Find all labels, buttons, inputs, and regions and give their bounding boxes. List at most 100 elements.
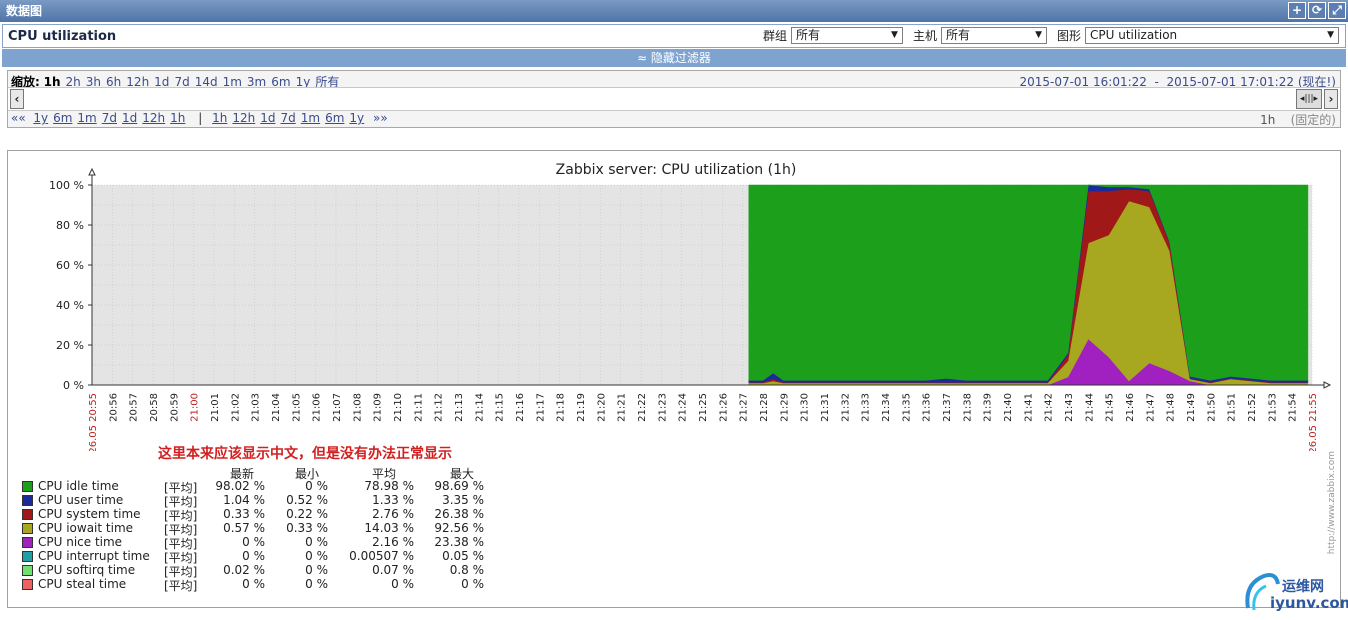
legend-row: CPU idle time [平均] 98.02 % 0 % 78.98 % 98.69 … [20,479,500,495]
x-tick-label: 21:00 [190,393,201,422]
nav-back-option-0[interactable]: 1y [33,111,48,125]
x-tick-label: 21:54 [1288,393,1299,422]
fixed-toggle[interactable]: (固定的) [1291,113,1336,127]
legend-item-max: 98.69 % [434,479,484,493]
graph-select-value: CPU utilization [1090,28,1178,42]
x-tick-label: 21:14 [474,393,485,422]
title-icons: + ⟳ ⤢ [1288,2,1346,19]
refresh-icon[interactable]: ⟳ [1308,2,1326,19]
host-select[interactable]: 所有 ▼ [940,27,1047,44]
legend-header: 最新 最小 平均 最大 [20,465,490,481]
nav-forward-option-6[interactable]: 1y [349,111,364,125]
nav-forward-option-3[interactable]: 7d [280,111,295,125]
legend-item-name: CPU softirq time [38,563,136,577]
nav-forward-option-2[interactable]: 1d [260,111,275,125]
nav-back-option-6[interactable]: 1h [170,111,185,125]
x-tick-label: 21:23 [657,393,668,422]
nav-back-option-2[interactable]: 1m [77,111,96,125]
scroll-left-icon[interactable]: ‹ [10,89,24,109]
x-tick-label: 21:21 [617,393,628,422]
nav-forward-option-4[interactable]: 1m [301,111,320,125]
nav-forward-links: 1h 12h 1d 7d 1m 6m 1y [212,111,369,125]
legend-row: CPU interrupt time [平均] 0 % 0 % 0.00507 % 0.0… [20,549,500,565]
y-tick-label: 60 % [56,259,84,272]
cpu-utilization-chart: Zabbix server: CPU utilization (1h) 0 % 20… [49,162,1332,451]
x-tick-label: 21:30 [800,393,811,422]
nav-forward-option-5[interactable]: 6m [325,111,344,125]
nav-fwd-suffix: »» [372,111,388,125]
x-tick-label: 21:01 [210,393,221,422]
nav-back-option-4[interactable]: 1d [122,111,137,125]
scroll-thumb[interactable]: ◂|||▸ [1296,89,1322,109]
x-tick-label: 21:33 [861,393,872,422]
header-filters: 群组 所有 ▼ 主机 所有 ▼ 图形 CPU utilization ▼ [763,27,1339,44]
legend-row: CPU softirq time [平均] 0.02 % 0 % 0.07 % 0.8 % [20,563,500,579]
x-tick-label: 21:48 [1166,393,1177,422]
legend-swatch [22,579,33,590]
legend-swatch [22,481,33,492]
legend-item-min: 0 % [305,563,328,577]
x-tick-label: 21:51 [1227,393,1238,422]
logo-text-cn: 运维网 [1282,579,1324,595]
window-title: 数据图 [6,4,43,18]
x-tick-label: 21:03 [251,393,262,422]
graph-label: 图形 [1056,29,1081,43]
legend-item-last: 0 % [242,577,265,591]
legend-item-last: 0 % [242,549,265,563]
nav-back-option-1[interactable]: 6m [53,111,72,125]
legend-item-name: CPU idle time [38,479,119,493]
annotation-note: 这里本来应该显示中文，但是没有办法正常显示 [158,446,452,462]
x-tick-label: 21:12 [434,393,445,422]
chevron-down-icon: ▼ [1035,30,1042,40]
legend-item-min: 0 % [305,535,328,549]
x-tick-label: 21:28 [759,393,770,422]
x-tick-label: 21:22 [637,393,648,422]
x-tick-label: 21:47 [1145,393,1156,422]
nav-back-prefix: «« [11,111,26,125]
legend-item-name: CPU steal time [38,577,127,591]
group-select-value: 所有 [795,28,820,42]
x-tick-label: 21:13 [454,393,465,422]
x-tick-label: 21:40 [1003,393,1014,422]
x-tick-label: 21:42 [1044,393,1055,422]
nav-back-option-3[interactable]: 7d [102,111,117,125]
time-scrollbar[interactable]: ‹ ◂|||▸ › [8,87,1340,111]
scroll-right-icon[interactable]: › [1324,89,1338,109]
nav-back-links: 1y 6m 1m 7d 1d 12h 1h [33,111,190,125]
legend-item-max: 92.56 % [434,521,484,535]
x-tick-label: 21:39 [983,393,994,422]
legend-item-max: 3.35 % [442,493,484,507]
header-bar: CPU utilization 群组 所有 ▼ 主机 所有 ▼ 图形 CPU uti… [2,24,1346,48]
legend-row: CPU steal time [平均] 0 % 0 % 0 % 0 % [20,577,500,593]
legend-item-last: 1.04 % [223,493,265,507]
legend-item-last: 0.33 % [223,507,265,521]
legend-item-max: 26.38 % [434,507,484,521]
chevron-down-icon: ▼ [1327,30,1334,40]
legend-rows: CPU idle time [平均] 98.02 % 0 % 78.98 % 98.69 … [20,479,500,593]
legend-item-avg: 2.76 % [372,507,414,521]
x-tick-label: 21:34 [881,393,892,422]
legend-swatch [22,509,33,520]
graph-select[interactable]: CPU utilization ▼ [1085,27,1339,44]
fullscreen-icon[interactable]: ⤢ [1328,2,1346,19]
nav-forward-option-1[interactable]: 12h [232,111,255,125]
group-select[interactable]: 所有 ▼ [790,27,903,44]
nav-row: «« 1y 6m 1m 7d 1d 12h 1h | 1h 12h 1d 7d 1m 6m 1y »» [11,111,388,125]
legend-item-avg: 78.98 % [364,479,414,493]
nav-back-option-5[interactable]: 12h [142,111,165,125]
x-tick-label: 21:05 [291,393,302,422]
legend-item-avg: 14.03 % [364,521,414,535]
legend-item-avg: 0.07 % [372,563,414,577]
y-tick-label: 100 % [49,179,84,192]
legend-row: CPU system time [平均] 0.33 % 0.22 % 2.76 % 26.… [20,507,500,523]
filter-toggle[interactable]: ≈ 隐藏过滤器 [2,49,1346,67]
legend-swatch [22,551,33,562]
nav-forward-option-0[interactable]: 1h [212,111,227,125]
nav-divider: | [198,111,203,125]
add-to-favorites-icon[interactable]: + [1288,2,1306,19]
legend-item-avg: 1.33 % [372,493,414,507]
legend-item-max: 0 % [461,577,484,591]
legend-item-min: 0 % [305,577,328,591]
legend-item-last: 98.02 % [215,479,265,493]
x-tick-label: 21:36 [922,393,933,422]
